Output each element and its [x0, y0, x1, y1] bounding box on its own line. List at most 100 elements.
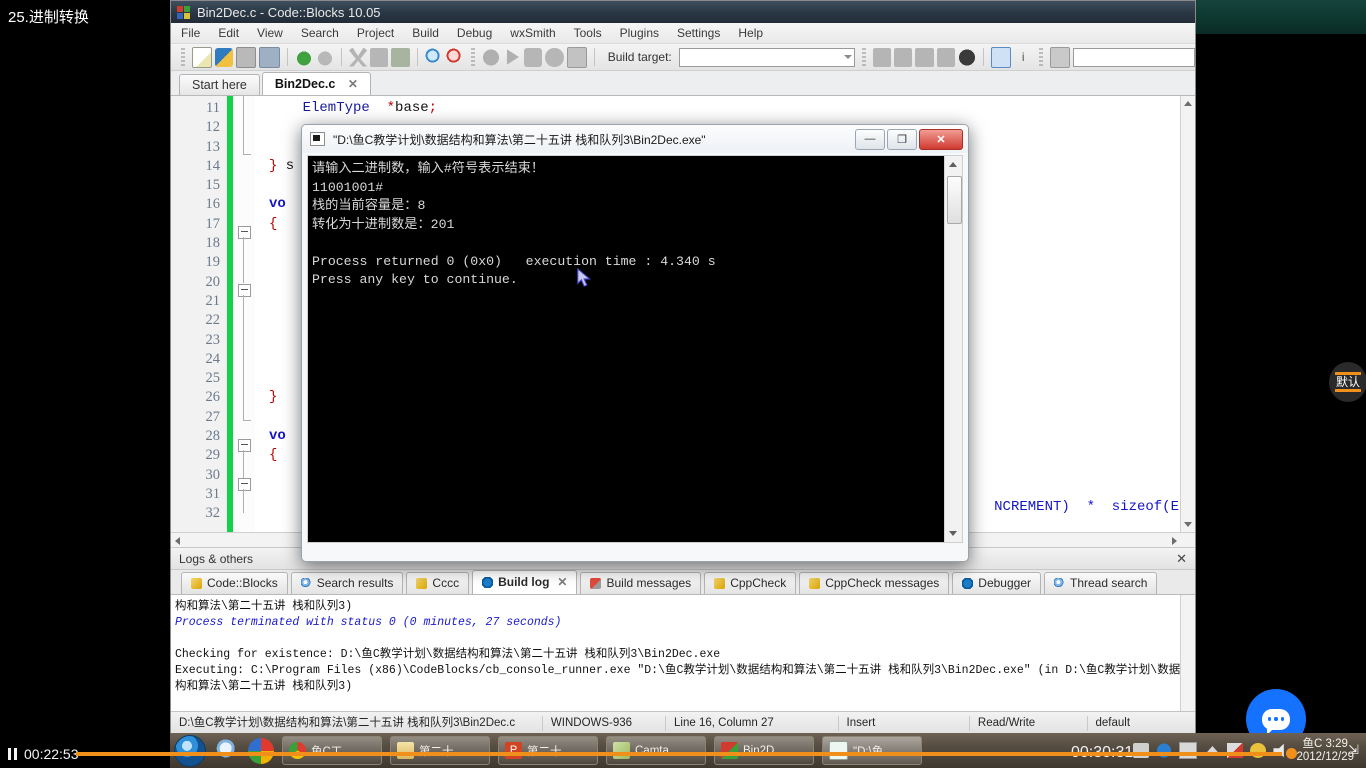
code-line[interactable]: ElemType *base; — [255, 99, 1195, 118]
copy-icon[interactable] — [370, 47, 389, 67]
paste-icon[interactable] — [391, 47, 410, 67]
menu-item-file[interactable]: File — [181, 26, 200, 40]
build-and-run-icon[interactable] — [524, 47, 543, 67]
undo-icon[interactable] — [294, 47, 313, 67]
video-resize-icon[interactable]: ⇲ — [1348, 742, 1359, 758]
close-icon[interactable]: ✕ — [1176, 551, 1187, 567]
logs-tab-cppcheck-messages[interactable]: CppCheck messages — [799, 572, 950, 594]
menu-item-settings[interactable]: Settings — [677, 26, 720, 40]
taskbar-item-powerpoint[interactable]: P 第二十... — [498, 736, 598, 765]
menu-item-search[interactable]: Search — [301, 26, 339, 40]
scroll-left-icon[interactable] — [175, 537, 180, 545]
window-titlebar[interactable]: Bin2Dec.c - Code::Blocks 10.05 — [171, 1, 1195, 23]
menu-item-help[interactable]: Help — [738, 26, 763, 40]
menu-item-build[interactable]: Build — [412, 26, 439, 40]
pause-icon[interactable] — [8, 748, 17, 760]
default-mode-badge[interactable]: 默认 — [1329, 362, 1366, 402]
logs-tab-search-results[interactable]: Search results — [290, 572, 404, 594]
toolbar-search-input[interactable] — [1073, 47, 1196, 67]
logs-tab-code-blocks[interactable]: Code::Blocks — [181, 572, 288, 594]
taskbar-item-console[interactable]: "D:\鱼... — [822, 736, 922, 765]
menu-item-view[interactable]: View — [257, 26, 283, 40]
redo-icon[interactable] — [315, 47, 334, 67]
menu-item-wxsmith[interactable]: wxSmith — [510, 26, 555, 40]
build-icon[interactable] — [481, 47, 500, 67]
save-icon[interactable] — [236, 46, 257, 68]
scroll-down-icon[interactable] — [949, 531, 957, 536]
logs-tab-build-log[interactable]: Build log ✕ — [472, 570, 578, 594]
replace-icon[interactable] — [445, 47, 464, 67]
scrollbar-thumb[interactable] — [947, 176, 962, 224]
logs-tab-cccc[interactable]: Cccc — [406, 572, 470, 594]
info-icon[interactable]: i — [1014, 48, 1032, 67]
console-title: "D:\鱼C教学计划\数据结构和算法\第二十五讲 栈和队列3\Bin2Dec.e… — [333, 132, 706, 147]
editor-tab-bin2dec[interactable]: Bin2Dec.c ✕ — [261, 72, 371, 95]
rebuild-icon[interactable] — [545, 47, 564, 67]
toolbar-grip[interactable] — [181, 48, 185, 66]
video-progress-knob[interactable] — [1286, 748, 1297, 759]
media-player-icon[interactable] — [248, 737, 274, 764]
editor-tab-start-here[interactable]: Start here — [179, 74, 260, 95]
close-icon[interactable]: ✕ — [348, 77, 358, 91]
new-file-icon[interactable] — [191, 46, 213, 68]
windows-start-orb[interactable] — [174, 734, 206, 767]
scroll-right-icon[interactable] — [1172, 537, 1177, 545]
step-over-icon[interactable] — [894, 47, 913, 67]
toolbar-grip[interactable] — [470, 48, 475, 66]
fold-box[interactable] — [238, 284, 251, 297]
menu-item-edit[interactable]: Edit — [218, 26, 239, 40]
log-vertical-scrollbar[interactable] — [1180, 595, 1195, 711]
menu-item-debug[interactable]: Debug — [457, 26, 492, 40]
fold-box[interactable] — [238, 439, 251, 452]
window-switch-icon[interactable] — [1179, 742, 1198, 759]
taskbar-item-label: "D:\鱼... — [853, 743, 893, 759]
line-number: 26 — [205, 389, 221, 406]
close-button[interactable]: ✕ — [919, 128, 963, 150]
code-folding-column[interactable] — [233, 96, 255, 532]
logs-tab-debugger[interactable]: Debugger — [952, 572, 1041, 594]
close-debug-icon[interactable] — [1050, 46, 1071, 68]
console-output-area[interactable]: 请输入二进制数，输入#符号表示结束！ 11001001# 栈的当前容量是：8 转化为十… — [307, 155, 963, 543]
console-window[interactable]: "D:\鱼C教学计划\数据结构和算法\第二十五讲 栈和队列3\Bin2Dec.e… — [301, 124, 969, 562]
build-target-select[interactable] — [678, 47, 856, 67]
save-all-icon[interactable] — [259, 46, 280, 68]
run-icon[interactable] — [506, 49, 519, 65]
fold-box[interactable] — [238, 478, 251, 491]
fold-box[interactable] — [238, 226, 251, 239]
taskbar-item-codeblocks[interactable]: Bin2D... — [714, 736, 814, 765]
open-file-icon[interactable] — [215, 47, 234, 67]
logs-tab-cppcheck[interactable]: CppCheck — [704, 572, 797, 594]
scroll-up-icon[interactable] — [949, 162, 957, 167]
logs-tab-build-messages[interactable]: Build messages — [580, 572, 702, 594]
video-progress-bar[interactable] — [76, 752, 1282, 756]
logs-tab-thread-search[interactable]: Thread search — [1044, 572, 1158, 594]
taskbar-item-folder[interactable]: 第二十... — [390, 736, 490, 765]
show-desktop-icon[interactable] — [214, 737, 240, 764]
taskbar-item-chrome[interactable]: 鱼C工... — [282, 736, 382, 765]
menu-item-plugins[interactable]: Plugins — [620, 26, 659, 40]
chrome-icon — [289, 742, 306, 759]
close-icon[interactable]: ✕ — [557, 571, 567, 594]
menu-item-project[interactable]: Project — [357, 26, 394, 40]
toolbar-grip[interactable] — [1039, 48, 1044, 66]
magnifier-icon — [1054, 578, 1065, 589]
toolbar-grip[interactable] — [862, 48, 866, 66]
debug-window-icon[interactable] — [990, 46, 1012, 68]
console-scrollbar[interactable] — [944, 156, 962, 542]
stop-debug-icon[interactable] — [957, 47, 976, 67]
abort-icon[interactable] — [566, 46, 587, 68]
editor-vertical-scrollbar[interactable] — [1180, 96, 1195, 532]
minimize-button[interactable]: — — [855, 128, 885, 150]
scroll-up-icon[interactable] — [1184, 101, 1192, 106]
step-into-icon[interactable] — [872, 47, 892, 67]
step-out-icon[interactable] — [915, 47, 934, 67]
taskbar-item-camtasia[interactable]: Camta... — [606, 736, 706, 765]
maximize-button[interactable]: ❐ — [887, 128, 917, 150]
menu-item-tools[interactable]: Tools — [574, 26, 602, 40]
find-icon[interactable] — [424, 47, 443, 67]
next-line-icon[interactable] — [936, 47, 955, 67]
line-number: 15 — [205, 177, 221, 194]
cut-icon[interactable] — [348, 47, 368, 67]
console-titlebar[interactable]: "D:\鱼C教学计划\数据结构和算法\第二十五讲 栈和队列3\Bin2Dec.e… — [302, 125, 968, 153]
scroll-down-icon[interactable] — [1184, 522, 1192, 527]
